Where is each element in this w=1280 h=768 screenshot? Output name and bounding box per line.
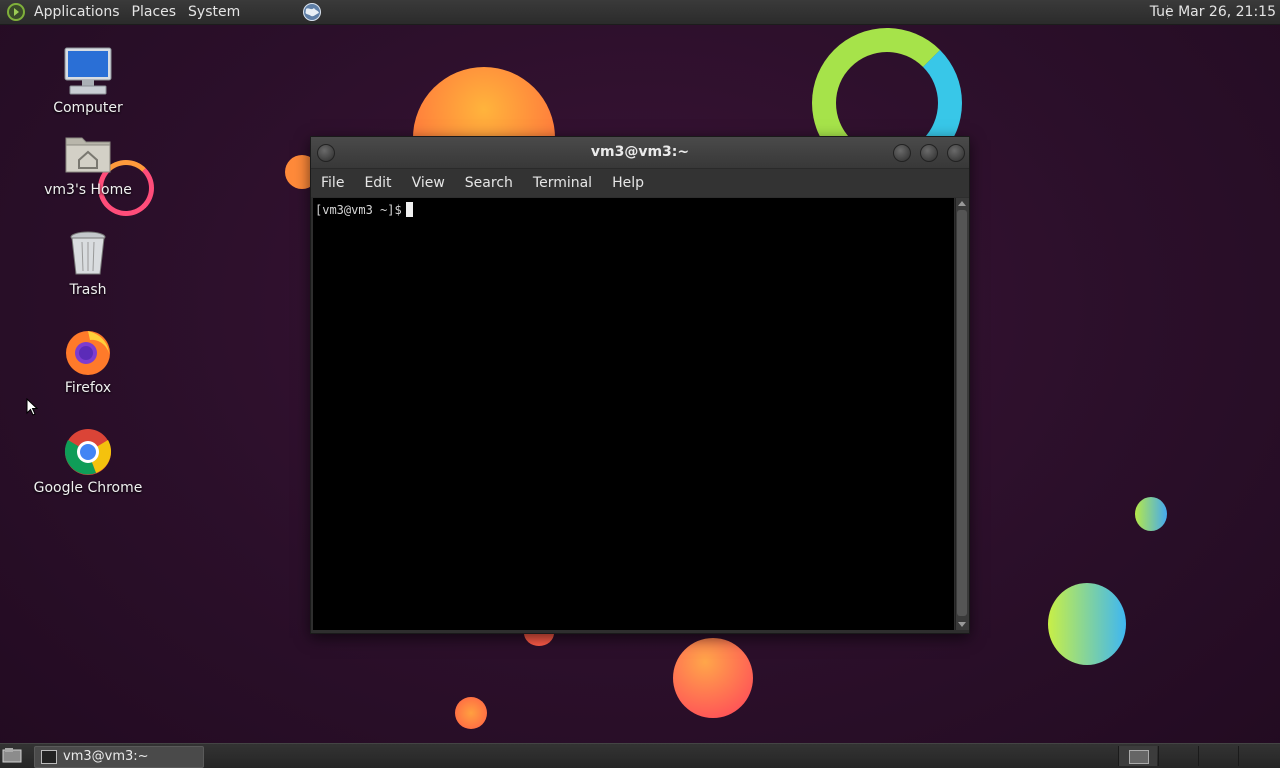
- text-cursor: [405, 202, 413, 217]
- workspace-window-thumbnail: [1129, 750, 1149, 764]
- scroll-down-arrow-icon[interactable]: [958, 622, 966, 627]
- workspace-3[interactable]: [1198, 746, 1237, 766]
- desktop-icon-label: Computer: [53, 100, 123, 116]
- terminal-window[interactable]: vm3@vm3:~ File Edit View Search Terminal…: [310, 136, 970, 634]
- prompt-line: [vm3@vm3 ~]$: [313, 198, 954, 217]
- trash-icon: [70, 231, 106, 275]
- wallpaper-green-blue-circle-large: [1048, 583, 1126, 665]
- top-panel: Applications Places System Tue Mar 26, 2…: [0, 0, 1280, 25]
- menu-search[interactable]: Search: [455, 169, 523, 197]
- scroll-up-arrow-icon[interactable]: [958, 201, 966, 206]
- shell-prompt: [vm3@vm3 ~]$: [315, 203, 402, 217]
- menu-places[interactable]: Places: [126, 0, 183, 24]
- close-button[interactable]: [947, 144, 965, 162]
- wallpaper-orange-circle-tiny: [455, 697, 487, 729]
- workspace-4[interactable]: [1238, 746, 1277, 766]
- computer-icon: [64, 47, 112, 95]
- wallpaper-green-blue-circle-small: [1135, 497, 1167, 531]
- desktop-icon-label: Google Chrome: [33, 480, 143, 496]
- distro-logo-icon[interactable]: [6, 2, 26, 22]
- desktop-icon-firefox[interactable]: Firefox: [28, 326, 148, 396]
- wallpaper-orange-circle-bottom: [673, 638, 753, 718]
- menu-view[interactable]: View: [402, 169, 455, 197]
- menu-help[interactable]: Help: [602, 169, 654, 197]
- taskbar-label: vm3@vm3:~: [63, 749, 149, 764]
- minimize-button[interactable]: [893, 144, 911, 162]
- terminal-output[interactable]: [vm3@vm3 ~]$: [313, 198, 954, 630]
- desktop-icon-home[interactable]: vm3's Home: [28, 128, 148, 198]
- menu-edit[interactable]: Edit: [354, 169, 401, 197]
- window-title: vm3@vm3:~: [590, 144, 690, 160]
- show-desktop-icon[interactable]: [2, 747, 22, 764]
- workspace-2[interactable]: [1158, 746, 1197, 766]
- desktop-icon-label: vm3's Home: [44, 182, 132, 198]
- globe-icon[interactable]: [302, 2, 322, 22]
- menu-applications[interactable]: Applications: [28, 0, 126, 24]
- menu-system[interactable]: System: [182, 0, 246, 24]
- firefox-icon: [66, 331, 110, 375]
- window-titlebar[interactable]: vm3@vm3:~: [311, 137, 969, 169]
- desktop-icon-chrome[interactable]: Google Chrome: [28, 426, 148, 496]
- terminal-menubar: File Edit View Search Terminal Help: [311, 169, 969, 197]
- scroll-thumb[interactable]: [957, 210, 967, 616]
- chrome-icon: [64, 429, 112, 475]
- window-menu-button[interactable]: [317, 144, 335, 162]
- desktop-icon-label: Firefox: [64, 380, 112, 396]
- terminal-scrollbar[interactable]: [955, 198, 969, 630]
- desktop-icon-computer[interactable]: Computer: [28, 46, 148, 116]
- home-folder-icon: [65, 137, 111, 173]
- menu-terminal[interactable]: Terminal: [523, 169, 602, 197]
- terminal-icon: [41, 750, 57, 764]
- taskbar-terminal-button[interactable]: vm3@vm3:~: [34, 746, 204, 768]
- desktop-icon-trash[interactable]: Trash: [28, 228, 148, 298]
- maximize-button[interactable]: [920, 144, 938, 162]
- menu-file[interactable]: File: [311, 169, 354, 197]
- clock[interactable]: Tue Mar 26, 21:15: [1150, 0, 1276, 24]
- desktop-icon-label: Trash: [69, 282, 107, 298]
- mouse-pointer-icon: [26, 398, 38, 416]
- bottom-panel: vm3@vm3:~: [0, 743, 1280, 768]
- workspace-1[interactable]: [1118, 746, 1157, 766]
